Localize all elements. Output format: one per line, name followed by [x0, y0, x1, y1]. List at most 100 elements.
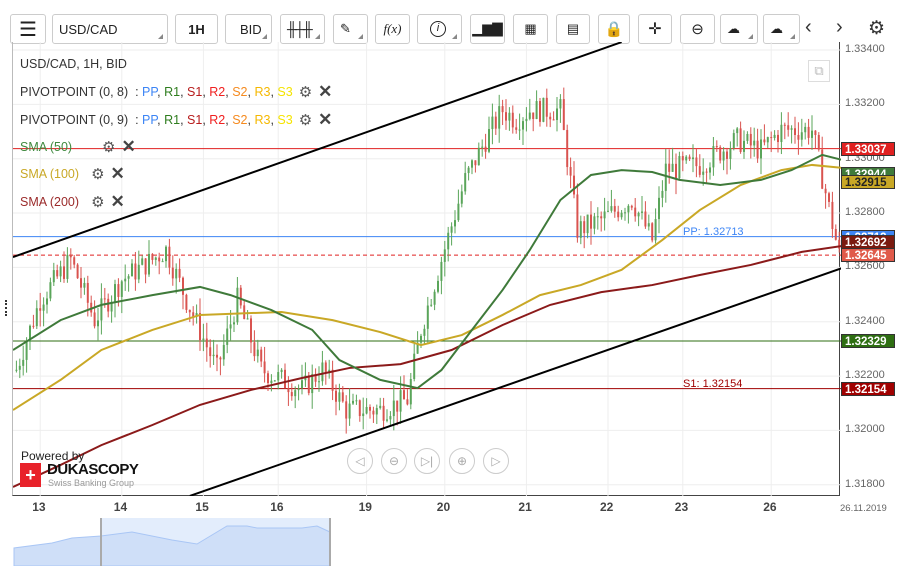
calendar-button[interactable]: ▦: [513, 14, 548, 44]
go-to-end-button[interactable]: ▷|: [414, 448, 440, 474]
candle-body: [749, 133, 752, 146]
candle-body: [661, 190, 664, 198]
pivot-sep: :: [135, 85, 139, 99]
zoom-in-button[interactable]: ⊕: [449, 448, 475, 474]
side-value: BID: [240, 21, 262, 37]
candle-body: [158, 257, 161, 262]
crosshair-button[interactable]: ✛: [638, 14, 672, 44]
close-icon[interactable]: ✕: [318, 82, 332, 102]
candle-body: [338, 392, 341, 402]
candle-body: [681, 156, 684, 161]
zoom-button[interactable]: ⊖: [680, 14, 715, 44]
candle-body: [114, 284, 116, 302]
candle-body: [695, 157, 698, 167]
download-button[interactable]: ☁: [763, 14, 800, 44]
scroll-right-button[interactable]: ▷: [483, 448, 509, 474]
panel-resize-handle[interactable]: [5, 300, 9, 316]
gear-icon[interactable]: ⚙: [299, 83, 312, 101]
chevron-left-icon[interactable]: ‹: [805, 16, 812, 39]
candle-body: [212, 354, 215, 357]
expand-icon[interactable]: ⧉: [808, 60, 830, 82]
candle-body: [794, 128, 796, 135]
gear-icon[interactable]: ⚙: [91, 193, 104, 211]
candle-body: [518, 129, 521, 131]
candle-body: [522, 121, 524, 130]
candle-body: [69, 254, 72, 258]
symbol-select[interactable]: USD/CAD: [52, 14, 168, 44]
candle-body: [726, 151, 728, 159]
gear-icon[interactable]: ⚙: [299, 111, 312, 129]
lock-button[interactable]: 🔒: [598, 14, 630, 44]
candle-body: [246, 318, 249, 320]
candle-body: [236, 287, 239, 323]
candlestick-icon: ╫┼╫: [287, 21, 313, 37]
close-icon[interactable]: ✕: [318, 110, 332, 130]
candle-body: [569, 167, 572, 176]
gear-icon[interactable]: ⚙: [102, 138, 115, 156]
candle-body: [668, 163, 671, 172]
zoom-out-button[interactable]: ⊖: [381, 448, 407, 474]
upload-button[interactable]: ☁: [720, 14, 758, 44]
candle-body: [610, 206, 613, 211]
candle-body: [430, 304, 433, 306]
candle-body: [515, 127, 518, 130]
candle-body: [583, 221, 586, 234]
pivot-level-r1: R1: [164, 85, 181, 99]
candle-body: [301, 380, 303, 389]
navigator[interactable]: [12, 518, 902, 566]
candle-body: [46, 298, 48, 305]
pivot-levels: PP, R1, S1, R2, S2, R3, S3: [142, 85, 293, 99]
chart-type-button[interactable]: ╫┼╫: [280, 14, 325, 44]
candle-body: [355, 400, 358, 402]
cloud-download-icon: ☁: [770, 21, 783, 36]
close-icon[interactable]: ✕: [121, 137, 135, 157]
legend-pivot-2: PIVOTPOINT (0, 9) : PP, R1, S1, R2, S2, …: [20, 110, 332, 130]
side-select[interactable]: BID: [225, 14, 272, 44]
price-tag: 1.32154: [841, 381, 895, 396]
calculator-button[interactable]: ▤: [556, 14, 590, 44]
legend-sma-200: SMA (200) ⚙ ✕: [20, 192, 125, 212]
candle-body: [148, 253, 150, 275]
candle-body: [56, 270, 59, 277]
info-button[interactable]: i: [417, 14, 462, 44]
candle-body: [403, 390, 405, 400]
timeframe-select[interactable]: 1H: [175, 14, 218, 44]
date-tick: 19: [358, 500, 372, 514]
close-icon[interactable]: ✕: [111, 164, 125, 184]
candle-body: [42, 304, 45, 311]
draw-button[interactable]: ✎: [333, 14, 368, 44]
candle-body: [712, 146, 715, 168]
legend-sma-100: SMA (100) ⚙ ✕: [20, 164, 125, 184]
close-icon[interactable]: ✕: [111, 192, 125, 212]
candle-body: [783, 124, 786, 126]
candle-body: [379, 405, 382, 409]
candle-body: [481, 146, 484, 148]
candle-body: [719, 147, 722, 161]
candle-body: [280, 369, 283, 373]
candle-body: [709, 167, 711, 173]
candle-body: [824, 188, 827, 194]
candle-body: [100, 298, 103, 321]
pivot-level-r3: R3: [254, 113, 271, 127]
candle-body: [440, 261, 443, 281]
candle-body: [97, 320, 99, 327]
scroll-left-button[interactable]: ◁: [347, 448, 373, 474]
indicators-button[interactable]: f(x): [375, 14, 410, 44]
candle-body: [382, 405, 385, 421]
menu-button[interactable]: ☰: [10, 14, 46, 44]
candle-body: [770, 137, 773, 139]
candle-body: [165, 246, 167, 262]
candle-body: [63, 266, 65, 279]
candle-body: [154, 257, 157, 260]
candle-body: [185, 294, 188, 310]
info-icon: i: [430, 21, 446, 37]
candle-body: [651, 223, 654, 241]
candle-body: [277, 372, 280, 381]
gear-icon[interactable]: ⚙: [91, 165, 104, 183]
chevron-right-icon[interactable]: ›: [836, 16, 843, 39]
candle-body: [209, 347, 212, 357]
settings-gear-icon[interactable]: ⚙: [868, 17, 885, 40]
pivot-sep: :: [135, 113, 139, 127]
volume-button[interactable]: ▁▆▇: [470, 14, 505, 44]
hamburger-icon: ☰: [19, 18, 37, 41]
